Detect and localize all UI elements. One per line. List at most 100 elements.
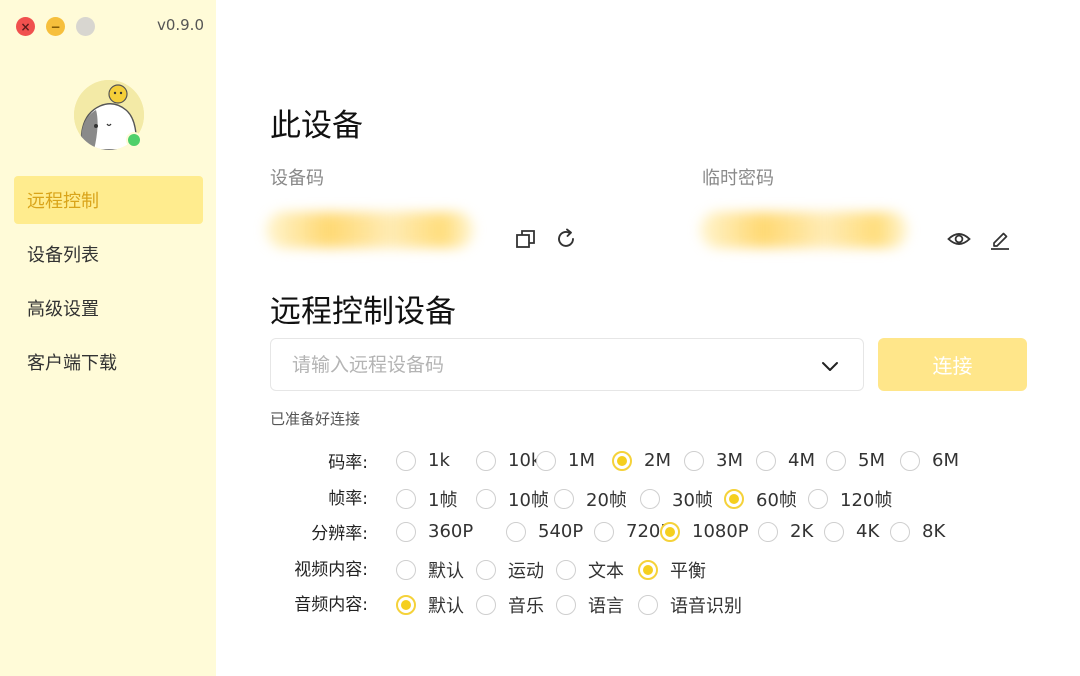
radio-option-framerate[interactable]: 60帧: [724, 486, 797, 512]
radio-option-label: 默认: [428, 596, 464, 617]
radio-button-selected[interactable]: [612, 450, 632, 471]
version-label: v0.9.0: [156, 16, 204, 34]
radio-button[interactable]: [476, 489, 496, 509]
radio-option-bitrate[interactable]: 4M: [756, 450, 815, 471]
device-code-value-blurred: [266, 212, 474, 248]
radio-button[interactable]: [536, 450, 556, 471]
radio-button[interactable]: [638, 595, 658, 615]
radio-option-resolution[interactable]: 8K: [890, 521, 945, 542]
radio-button[interactable]: [506, 521, 526, 542]
device-code-label: 设备码: [270, 168, 324, 189]
radio-button[interactable]: [640, 489, 660, 509]
edit-icon[interactable]: [987, 226, 1013, 252]
radio-option-resolution[interactable]: 360P: [396, 521, 473, 542]
remote-device-code-input[interactable]: [271, 339, 811, 390]
radio-button[interactable]: [594, 521, 614, 542]
radio-option-label: 4K: [856, 521, 880, 542]
radio-option-label: 文本: [588, 561, 624, 582]
setting-row-video-content: 视频内容: 默认 运动 文本 平衡: [216, 555, 1080, 583]
radio-option-label: 2K: [790, 521, 814, 542]
radio-button[interactable]: [396, 489, 416, 509]
radio-option-label: 3M: [716, 450, 743, 471]
radio-option-framerate[interactable]: 10帧: [476, 486, 549, 512]
radio-button[interactable]: [824, 521, 844, 542]
sidebar-item-remote-control[interactable]: 远程控制: [14, 176, 203, 224]
radio-button[interactable]: [900, 450, 920, 471]
radio-option-audio-content[interactable]: 音乐: [476, 592, 544, 618]
radio-option-resolution[interactable]: 1080P: [660, 521, 749, 542]
setting-label-video-content: 视频内容:: [294, 560, 368, 580]
radio-option-audio-content[interactable]: 语音识别: [638, 592, 742, 618]
radio-button-selected[interactable]: [724, 489, 744, 509]
radio-button[interactable]: [556, 560, 576, 580]
radio-option-framerate[interactable]: 20帧: [554, 486, 627, 512]
radio-option-framerate[interactable]: 1帧: [396, 486, 457, 512]
radio-option-label: 音乐: [508, 596, 544, 617]
setting-row-bitrate: 码率: 1k 10k 1M 2M 3M 4M 5M 6M: [216, 448, 1080, 474]
connect-button[interactable]: 连接: [878, 338, 1027, 391]
radio-option-label: 6M: [932, 450, 959, 471]
radio-option-bitrate[interactable]: 10k: [476, 450, 541, 471]
chevron-down-icon[interactable]: [819, 355, 841, 377]
radio-button[interactable]: [890, 521, 910, 542]
radio-button-selected[interactable]: [396, 595, 416, 615]
radio-option-video-content[interactable]: 平衡: [638, 557, 706, 583]
radio-option-bitrate[interactable]: 5M: [826, 450, 885, 471]
radio-button[interactable]: [396, 450, 416, 471]
sidebar: × − v0.9.0 远程控制 设备列表 高级设置 客户端下载: [0, 0, 216, 676]
radio-button[interactable]: [826, 450, 846, 471]
close-window-button[interactable]: ×: [16, 17, 35, 36]
radio-option-video-content[interactable]: 运动: [476, 557, 544, 583]
radio-button[interactable]: [396, 560, 416, 580]
radio-option-audio-content[interactable]: 默认: [396, 592, 464, 618]
radio-option-label: 1帧: [428, 490, 458, 511]
radio-option-label: 120帧: [840, 490, 893, 511]
radio-option-bitrate[interactable]: 1M: [536, 450, 595, 471]
radio-option-label: 4M: [788, 450, 815, 471]
radio-button[interactable]: [684, 450, 704, 471]
radio-option-label: 1M: [568, 450, 595, 471]
copy-icon[interactable]: [513, 226, 539, 252]
radio-button[interactable]: [476, 595, 496, 615]
radio-option-video-content[interactable]: 文本: [556, 557, 624, 583]
radio-option-resolution[interactable]: 2K: [758, 521, 813, 542]
radio-button-selected[interactable]: [638, 560, 658, 580]
radio-option-bitrate[interactable]: 2M: [612, 450, 671, 471]
radio-button[interactable]: [556, 595, 576, 615]
setting-row-audio-content: 音频内容: 默认 音乐 语言 语音识别: [216, 590, 1080, 618]
radio-button[interactable]: [756, 450, 776, 471]
maximize-window-button[interactable]: [76, 17, 95, 36]
radio-option-label: 默认: [428, 561, 464, 582]
setting-label-resolution: 分辨率:: [311, 524, 368, 544]
radio-option-label: 语言: [588, 596, 624, 617]
minimize-window-button[interactable]: −: [46, 17, 65, 36]
radio-button[interactable]: [396, 521, 416, 542]
remote-device-code-combobox[interactable]: [270, 338, 864, 391]
radio-option-label: 运动: [508, 561, 544, 582]
radio-button-selected[interactable]: [660, 521, 680, 542]
radio-button[interactable]: [758, 521, 778, 542]
sidebar-item-advanced-settings[interactable]: 高级设置: [14, 284, 203, 332]
refresh-icon[interactable]: [554, 226, 580, 252]
radio-button[interactable]: [808, 489, 828, 509]
radio-option-video-content[interactable]: 默认: [396, 557, 464, 583]
radio-option-framerate[interactable]: 120帧: [808, 486, 892, 512]
radio-button[interactable]: [554, 489, 574, 509]
radio-option-bitrate[interactable]: 1k: [396, 450, 450, 471]
radio-option-label: 360P: [428, 521, 474, 542]
setting-label-bitrate: 码率:: [328, 453, 368, 473]
online-status-dot: [126, 132, 142, 148]
radio-button[interactable]: [476, 450, 496, 471]
sidebar-item-device-list[interactable]: 设备列表: [14, 230, 203, 278]
eye-icon[interactable]: [946, 226, 972, 252]
radio-button[interactable]: [476, 560, 496, 580]
radio-option-audio-content[interactable]: 语言: [556, 592, 624, 618]
radio-option-resolution[interactable]: 540P: [506, 521, 583, 542]
radio-option-label: 2M: [644, 450, 671, 471]
radio-option-resolution[interactable]: 4K: [824, 521, 879, 542]
radio-option-framerate[interactable]: 30帧: [640, 486, 713, 512]
connection-status: 已准备好连接: [270, 410, 361, 428]
radio-option-bitrate[interactable]: 6M: [900, 450, 959, 471]
radio-option-bitrate[interactable]: 3M: [684, 450, 743, 471]
sidebar-item-client-download[interactable]: 客户端下载: [14, 338, 203, 386]
